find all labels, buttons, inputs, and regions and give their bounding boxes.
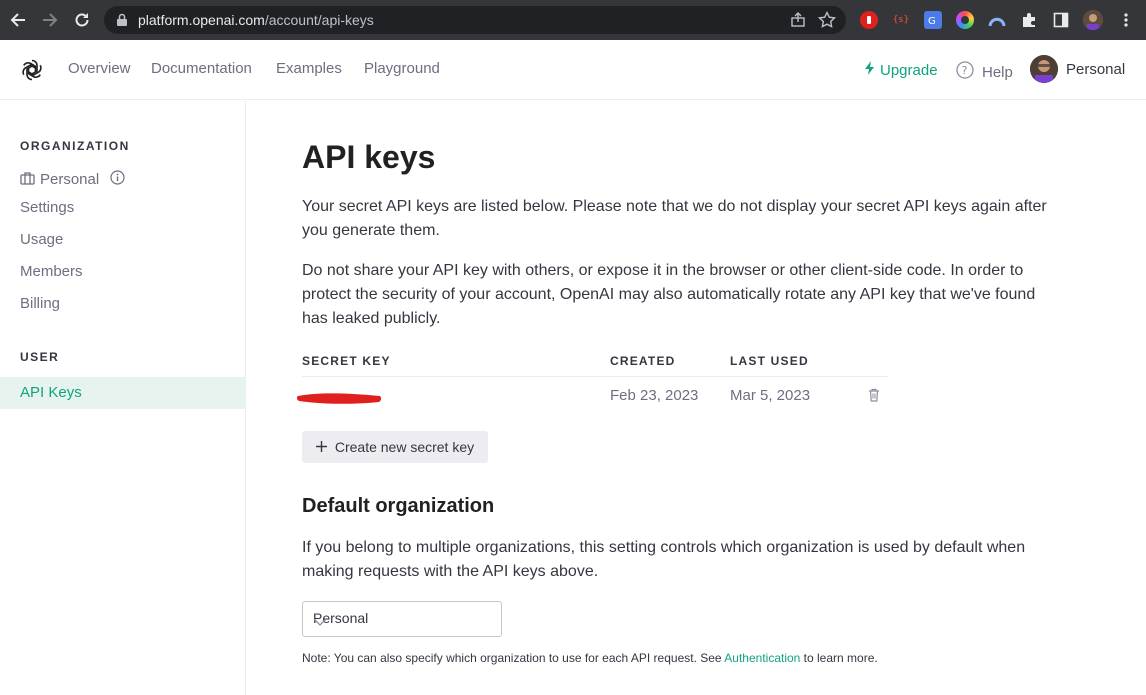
nav-examples[interactable]: Examples — [276, 60, 342, 77]
adblock-icon[interactable] — [860, 11, 878, 29]
url-text: platform.openai.com/account/api-keys — [138, 12, 374, 28]
help-link[interactable]: ? Help — [956, 61, 1013, 83]
lightning-icon — [864, 61, 876, 79]
svg-text:G: G — [928, 16, 936, 26]
user-avatar — [1030, 55, 1058, 83]
profile-avatar[interactable] — [1083, 10, 1103, 30]
forward-icon[interactable] — [39, 9, 61, 31]
sidebar-item-label: API Keys — [20, 384, 82, 401]
json-ext-icon[interactable]: {s} — [892, 11, 910, 29]
upgrade-link[interactable]: Upgrade — [864, 61, 938, 79]
sidebar-item-api-keys[interactable]: API Keys — [0, 377, 245, 409]
upgrade-label: Upgrade — [880, 61, 938, 79]
address-bar[interactable]: platform.openai.com/account/api-keys — [104, 6, 846, 34]
translate-icon[interactable]: G — [924, 11, 942, 29]
key-created-date: Feb 23, 2023 — [610, 387, 699, 404]
top-nav: Overview Documentation Examples Playgrou… — [0, 40, 1146, 100]
reload-icon[interactable] — [71, 9, 93, 31]
page-title: API keys — [302, 139, 436, 175]
column-header-secret-key: SECRET KEY — [302, 354, 391, 368]
org-name: Personal — [40, 171, 100, 188]
trash-icon[interactable] — [868, 388, 880, 407]
default-org-heading: Default organization — [302, 495, 495, 517]
note-suffix: to learn more. — [800, 651, 878, 665]
redacted-secret-key — [296, 391, 386, 410]
authentication-link[interactable]: Authentication — [724, 651, 800, 665]
key-last-used-date: Mar 5, 2023 — [730, 387, 811, 404]
sidepanel-icon[interactable] — [1052, 11, 1070, 29]
lock-icon — [116, 13, 128, 32]
openai-logo-icon[interactable] — [19, 57, 45, 88]
color-ring-icon[interactable] — [956, 11, 974, 29]
sidebar-item-members[interactable]: Members — [20, 263, 83, 280]
org-switcher[interactable]: Personal — [20, 170, 125, 189]
note-prefix: Note: You can also specify which organiz… — [302, 651, 725, 665]
help-label: Help — [982, 63, 1013, 81]
nav-documentation[interactable]: Documentation — [151, 60, 252, 77]
user-menu[interactable]: Personal — [1030, 55, 1125, 83]
arc-icon[interactable] — [988, 11, 1006, 29]
svg-text:?: ? — [962, 64, 968, 77]
sidebar-item-settings[interactable]: Settings — [20, 199, 74, 216]
nav-overview[interactable]: Overview — [68, 60, 131, 77]
default-org-description: If you belong to multiple organizations,… — [302, 539, 1026, 580]
create-secret-key-button[interactable]: Create new secret key — [302, 431, 488, 463]
auth-note: Note: You can also specify which organiz… — [302, 651, 878, 665]
create-secret-key-label: Create new secret key — [334, 439, 475, 455]
sidebar: ORGANIZATION Personal Settings Usage Mem… — [0, 101, 246, 695]
menu-icon[interactable] — [1117, 11, 1135, 29]
organization-heading: ORGANIZATION — [20, 139, 130, 153]
user-heading: USER — [20, 350, 60, 364]
sidebar-item-billing[interactable]: Billing — [20, 295, 60, 312]
briefcase-icon — [20, 171, 35, 189]
nav-playground[interactable]: Playground — [364, 60, 440, 77]
plus-icon — [315, 439, 327, 455]
browser-toolbar: platform.openai.com/account/api-keys {s}… — [0, 0, 1146, 40]
chevron-down-icon — [313, 614, 489, 630]
column-header-created: CREATED — [610, 354, 676, 368]
puzzle-icon[interactable] — [1020, 11, 1038, 29]
bookmark-star-icon[interactable] — [817, 10, 837, 34]
info-icon[interactable] — [110, 170, 125, 189]
table-divider — [302, 376, 888, 377]
sidebar-item-usage[interactable]: Usage — [20, 231, 63, 248]
default-org-select[interactable]: Personal — [302, 601, 502, 637]
warning-text: Do not share your API key with others, o… — [302, 262, 1036, 327]
intro-text: Your secret API keys are listed below. P… — [302, 198, 1047, 239]
column-header-last-used: LAST USED — [730, 354, 809, 368]
help-circle-icon: ? — [956, 61, 974, 83]
back-icon[interactable] — [7, 9, 29, 31]
share-icon[interactable] — [790, 12, 806, 33]
user-name: Personal — [1066, 60, 1126, 78]
